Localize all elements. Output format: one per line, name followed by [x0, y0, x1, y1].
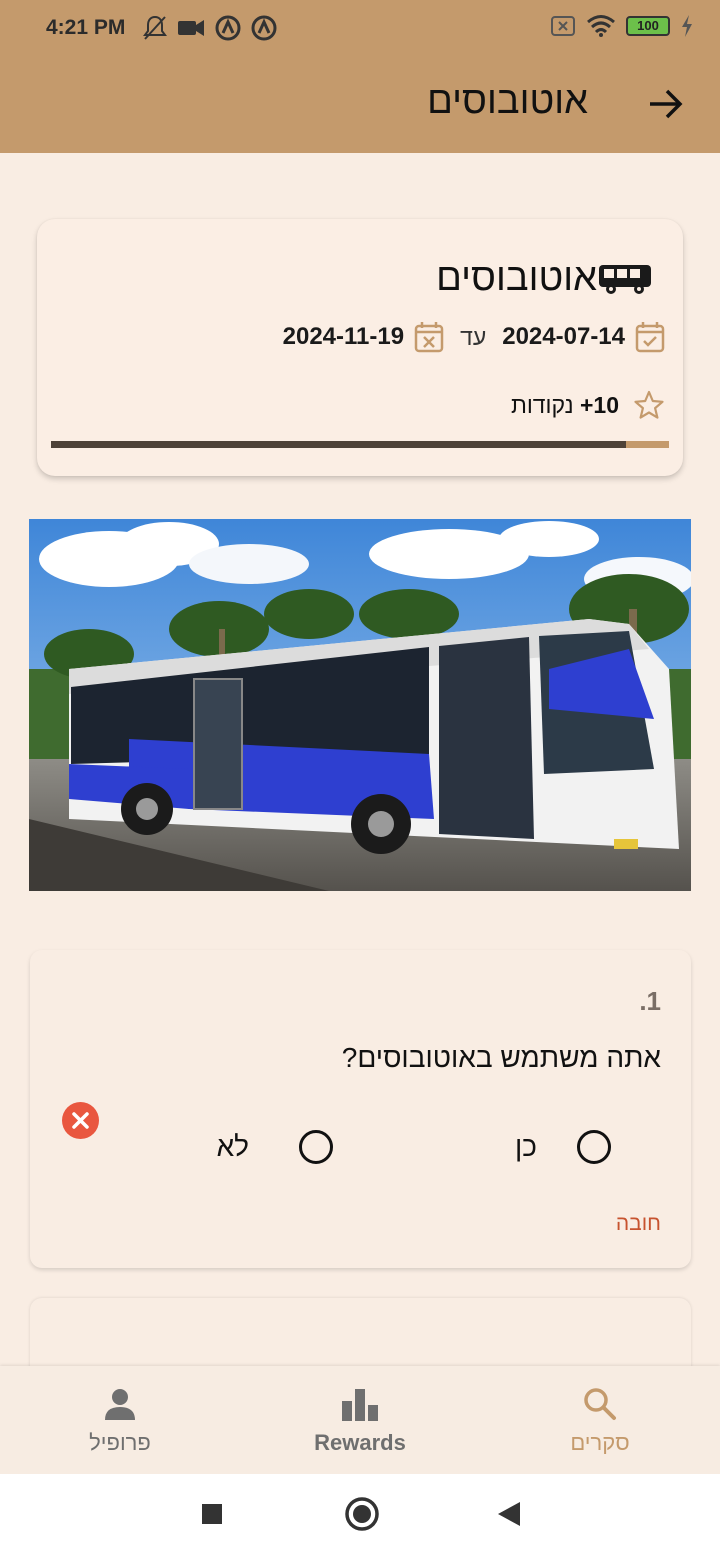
arrow-right-icon[interactable] — [642, 80, 690, 128]
recents-icon[interactable] — [200, 1502, 224, 1526]
clear-answer-button[interactable] — [62, 1102, 99, 1139]
circle-a-icon — [251, 15, 277, 41]
date-separator: עד — [460, 323, 487, 350]
radio-yes[interactable] — [577, 1130, 611, 1164]
bar-chart-icon — [342, 1389, 378, 1421]
option-no[interactable]: לא — [217, 1130, 333, 1164]
status-time: 4:21 PM — [46, 16, 126, 39]
survey-title: אוטובוסים — [436, 257, 597, 299]
calendar-x-icon — [414, 322, 444, 353]
progress-bar — [51, 441, 669, 448]
wifi-icon — [587, 15, 615, 37]
nav-item-surveys[interactable]: סקרים — [520, 1384, 680, 1456]
survey-card[interactable]: אוטובוסים 2024-07-14 עד 2024-11-19 +10 נ… — [37, 219, 683, 476]
system-nav-bar — [0, 1474, 720, 1560]
bottom-nav: סקרים Rewards פרופיל — [0, 1366, 720, 1474]
question-card: .1 אתה משתמש באוטובוסים? כן לא חובה — [30, 950, 691, 1268]
progress-fill — [51, 441, 626, 448]
charging-icon — [682, 15, 692, 37]
bus-photo — [29, 519, 691, 891]
home-icon[interactable] — [344, 1496, 380, 1532]
circle-a-icon — [215, 15, 241, 41]
nav-label-rewards: Rewards — [314, 1430, 406, 1455]
question-number: .1 — [639, 986, 661, 1016]
calendar-check-icon — [635, 322, 665, 353]
question-text: אתה משתמש באוטובוסים? — [341, 1042, 661, 1073]
nav-label-profile: פרופיל — [89, 1430, 151, 1455]
start-date: 2024-07-14 — [502, 323, 625, 350]
video-camera-icon — [178, 20, 204, 36]
option-yes-label: כן — [515, 1131, 537, 1162]
radio-no[interactable] — [299, 1130, 333, 1164]
nav-item-profile[interactable]: פרופיל — [40, 1384, 200, 1456]
status-bar: 4:21 PM 100 — [0, 0, 720, 60]
option-yes[interactable]: כן — [515, 1130, 611, 1164]
end-date: 2024-11-19 — [282, 323, 405, 350]
points-row: +10 נקודות — [511, 389, 665, 421]
search-icon — [584, 1388, 616, 1420]
app-bar: אוטובוסים — [0, 60, 720, 153]
required-label: חובה — [615, 1212, 661, 1235]
sim-off-icon — [551, 16, 575, 36]
star-icon — [634, 390, 664, 419]
back-icon[interactable] — [496, 1500, 522, 1528]
page-title: אוטובוסים — [427, 80, 588, 122]
bus-icon — [599, 264, 651, 294]
points-label: נקודות — [510, 391, 574, 418]
points-value: +10 — [579, 391, 619, 418]
battery-icon: 100 — [626, 16, 670, 36]
notifications-off-icon — [143, 15, 167, 40]
option-no-label: לא — [216, 1131, 249, 1162]
person-icon — [105, 1389, 135, 1420]
nav-label-surveys: סקרים — [570, 1430, 630, 1455]
date-range: 2024-07-14 עד 2024-11-19 — [283, 321, 665, 353]
close-icon — [72, 1112, 89, 1129]
nav-item-rewards[interactable]: Rewards — [280, 1384, 440, 1456]
